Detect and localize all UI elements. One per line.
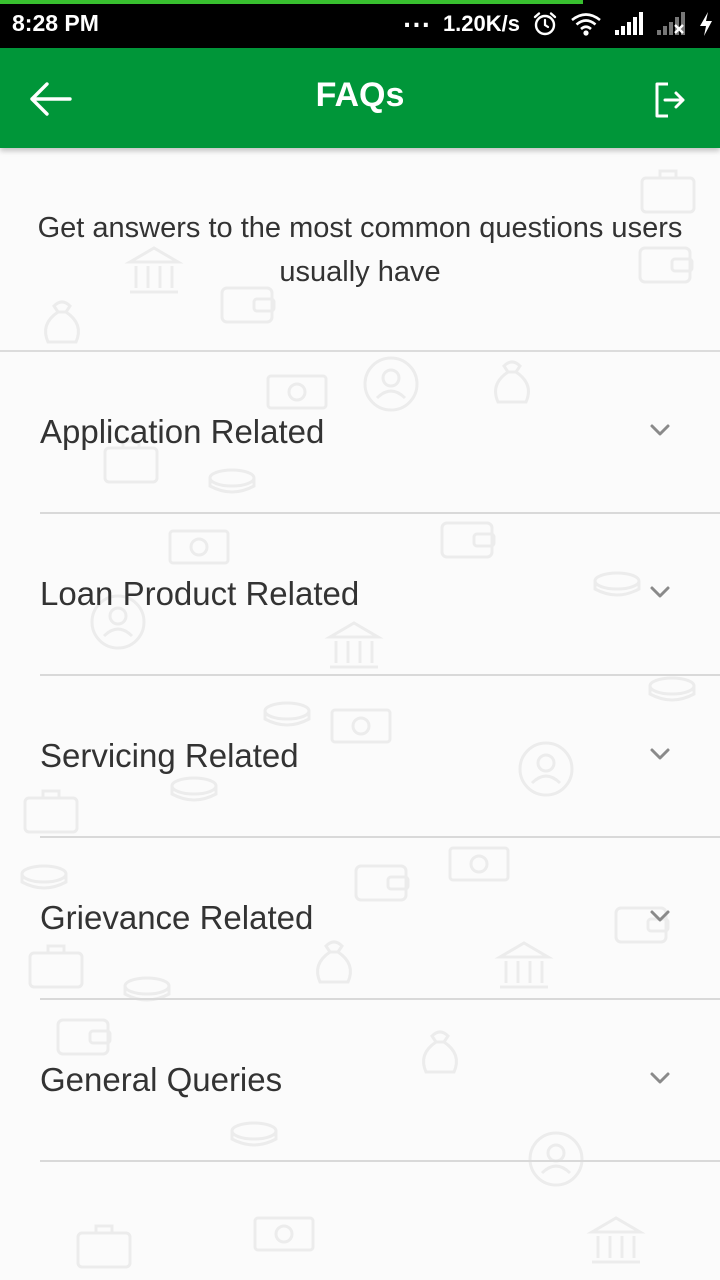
chevron-down-icon [650, 748, 670, 760]
signal-no-sim-icon [657, 12, 685, 35]
app-bar: FAQs [0, 48, 720, 148]
faq-item-label: General Queries [40, 1061, 283, 1098]
faq-category-list: Application Related Loan Product Related… [0, 352, 720, 1162]
network-speed: 1.20K/s [442, 11, 520, 36]
faq-item-servicing-related[interactable]: Servicing Related [0, 676, 720, 838]
chevron-down-icon [650, 424, 670, 436]
faq-item-label: Servicing Related [40, 737, 299, 774]
alarm-icon [533, 12, 557, 36]
status-dots: ... [402, 7, 431, 33]
chevron-down-icon [650, 586, 670, 598]
status-bar: 8:28 PM ... 1.20K/s [0, 0, 720, 48]
faq-content: Get answers to the most common questions… [0, 148, 720, 1162]
faq-item-general-queries[interactable]: General Queries [0, 1000, 720, 1162]
logout-button[interactable] [646, 76, 694, 124]
faq-screen: 8:28 PM ... 1.20K/s FAQs Get answers to … [0, 0, 720, 1280]
page-title: FAQs [315, 76, 405, 114]
status-time: 8:28 PM [12, 10, 99, 36]
faq-divider [40, 1160, 720, 1162]
faq-item-label: Loan Product Related [40, 575, 360, 612]
intro-text: Get answers to the most common questions… [37, 212, 683, 288]
status-icons: ... 1.20K/s [403, 8, 714, 40]
wifi-icon [571, 13, 601, 36]
faq-item-loan-product-related[interactable]: Loan Product Related [0, 514, 720, 676]
charging-icon [700, 12, 712, 36]
logout-icon [655, 82, 685, 118]
chevron-down-icon [650, 1072, 670, 1084]
chevron-down-icon [650, 910, 670, 922]
faq-item-grievance-related[interactable]: Grievance Related [0, 838, 720, 1000]
page-load-progress [0, 0, 584, 4]
faq-item-label: Application Related [40, 413, 325, 450]
faq-item-application-related[interactable]: Application Related [0, 352, 720, 514]
signal-icon [615, 12, 643, 35]
faq-item-label: Grievance Related [40, 899, 314, 936]
